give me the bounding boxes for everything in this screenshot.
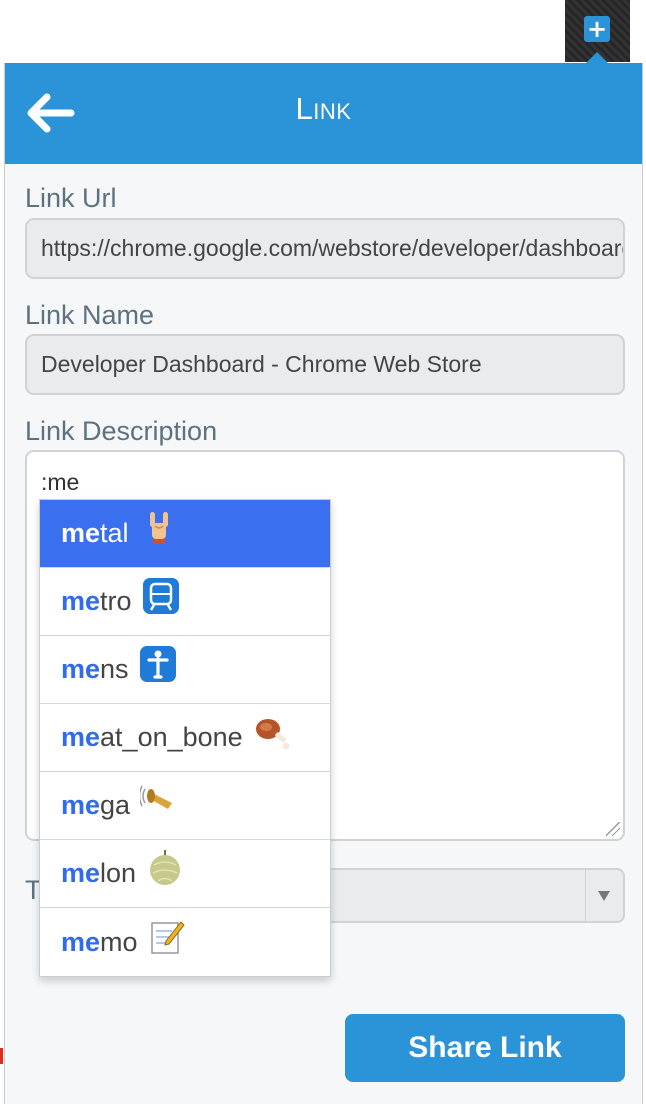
popup-header: Link (5, 63, 642, 164)
select-arrow-zone[interactable] (585, 870, 623, 921)
link-url-label: Link Url (25, 183, 117, 213)
match-text: me (61, 586, 101, 616)
meat-on-bone-icon (255, 718, 290, 749)
match-text: me (61, 858, 101, 888)
mens-icon (139, 645, 176, 682)
resize-grip-icon[interactable] (606, 822, 620, 836)
popup-pointer (585, 52, 609, 64)
autocomplete-item-memo[interactable]: me mo (40, 908, 330, 976)
match-text: me (61, 518, 101, 548)
metro-icon (142, 577, 179, 614)
share-link-button[interactable]: Share Link (345, 1014, 625, 1082)
type-select[interactable] (305, 868, 625, 923)
chevron-down-icon (598, 891, 610, 901)
match-text: me (61, 926, 101, 957)
rest-text: at_on_bone (100, 722, 243, 752)
link-name-label: Link Name (25, 300, 155, 330)
match-text: me (61, 654, 101, 684)
match-text: me (61, 722, 101, 752)
rest-text: mo (100, 926, 138, 957)
autocomplete-item-mens[interactable]: me ns (40, 636, 330, 704)
rest-text: tal (100, 518, 129, 548)
melon-icon (150, 849, 181, 885)
link-description-text: :me (41, 469, 80, 495)
autocomplete-item-mega[interactable]: me ga (40, 772, 330, 840)
rest-text: lon (100, 858, 137, 888)
popup-title: Link (295, 91, 352, 126)
edge-marker (0, 1048, 3, 1064)
rest-text: ga (100, 790, 131, 820)
rest-text: tro (100, 586, 132, 616)
autocomplete-item-metal[interactable]: me tal (40, 500, 330, 568)
match-text: me (61, 790, 101, 820)
link-description-label: Link Description (25, 416, 218, 446)
link-url-input[interactable]: https://chrome.google.com/webstore/devel… (25, 218, 625, 279)
autocomplete-item-melon[interactable]: me lon (40, 840, 330, 908)
mega-icon (140, 785, 173, 809)
link-name-input[interactable]: Developer Dashboard - Chrome Web Store (25, 334, 625, 395)
plus-icon: + (584, 16, 610, 42)
autocomplete-item-metro[interactable]: me tro (40, 568, 330, 636)
rest-text: ns (100, 654, 129, 684)
emoji-autocomplete: me tal me tro me ns me at_on_bone me ga … (39, 499, 331, 977)
autocomplete-item-meat-on-bone[interactable]: me at_on_bone (40, 704, 330, 772)
metal-hand-icon (149, 511, 168, 544)
memo-icon (150, 921, 185, 954)
page: + Link Link Url https://chrome.google.co… (0, 0, 646, 1104)
